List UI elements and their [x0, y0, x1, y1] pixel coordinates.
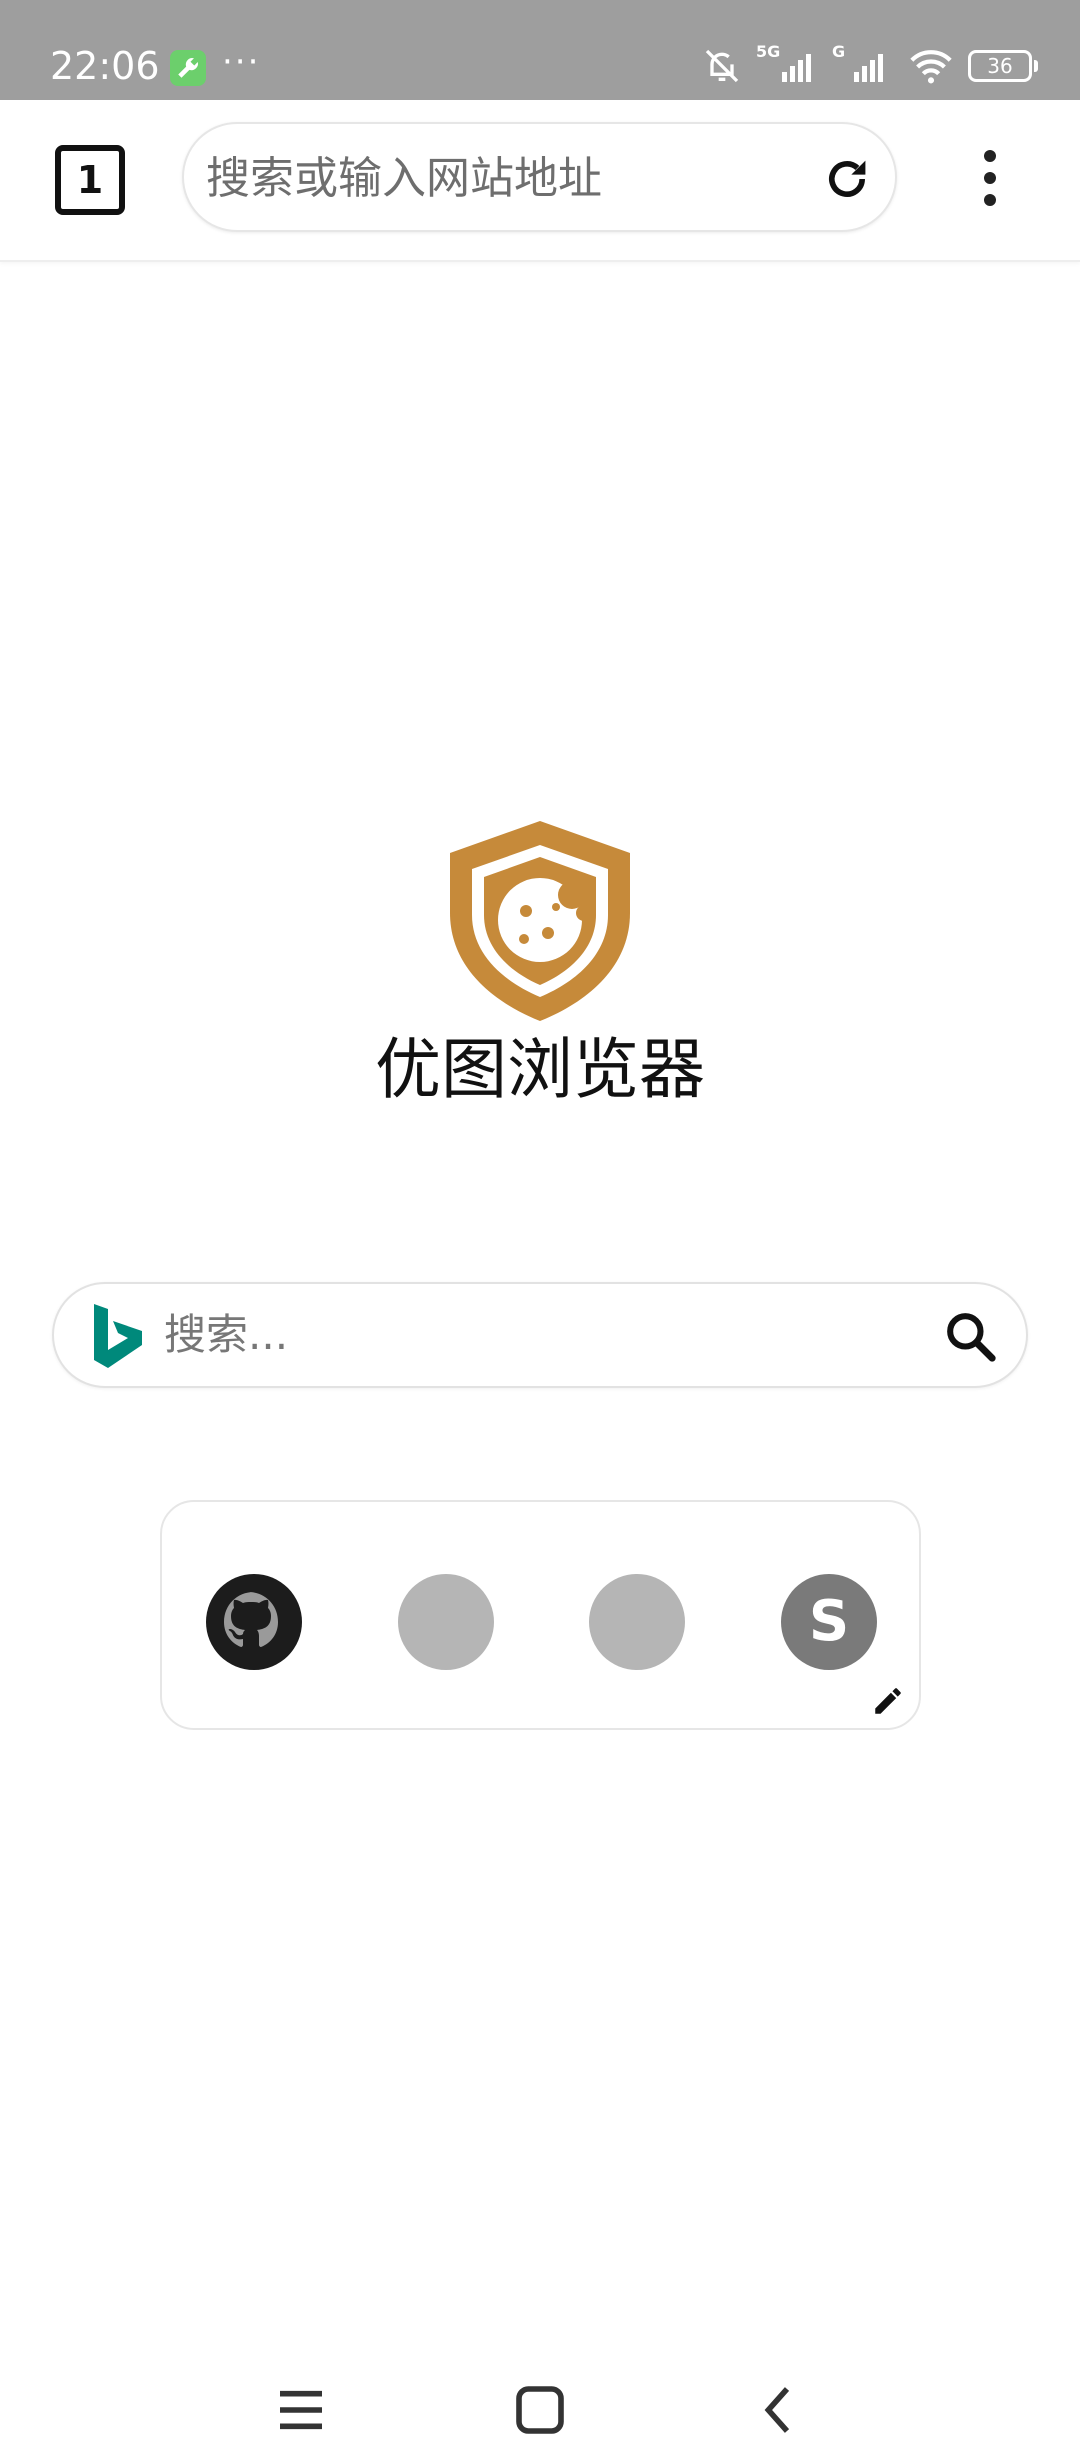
menu-icon[interactable] — [273, 2382, 329, 2438]
wrench-app-icon — [170, 50, 206, 86]
status-time: 22:06 — [50, 44, 160, 88]
battery-level: 36 — [987, 54, 1013, 78]
github-icon — [224, 1592, 278, 1647]
reload-icon[interactable] — [821, 153, 873, 205]
status-bar: 22:06 ··· 5G G 36 — [0, 0, 1080, 100]
tab-count-button[interactable]: 1 — [55, 145, 125, 215]
status-more-dots: ··· — [222, 42, 261, 82]
address-bar[interactable]: 搜索或输入网站地址 — [182, 122, 897, 232]
shield-cookie-logo-icon — [450, 821, 630, 1021]
back-icon[interactable] — [752, 2382, 808, 2438]
pencil-icon[interactable] — [871, 1684, 905, 1718]
more-vert-icon[interactable] — [970, 150, 1010, 210]
speed-dial-github[interactable] — [206, 1574, 302, 1670]
battery-icon: 36 — [968, 50, 1038, 82]
search-placeholder: 搜索... — [164, 1310, 289, 1359]
signal-g-icon: G — [832, 42, 894, 86]
bell-off-icon — [705, 49, 739, 83]
speed-dial-blank-2[interactable] — [589, 1574, 685, 1670]
bing-icon[interactable] — [90, 1304, 146, 1368]
home-icon[interactable] — [512, 2382, 568, 2438]
speed-dial-s[interactable]: S — [781, 1574, 877, 1670]
system-nav-bar — [0, 2360, 1080, 2460]
browser-toolbar: 1 搜索或输入网站地址 — [0, 100, 1080, 262]
app-name: 优图浏览器 — [375, 1031, 705, 1108]
signal-5g-icon: 5G — [756, 42, 818, 86]
address-placeholder: 搜索或输入网站地址 — [206, 153, 602, 204]
search-box[interactable]: 搜索... — [52, 1282, 1028, 1388]
speed-dial-blank-1[interactable] — [398, 1574, 494, 1670]
speed-dial-panel: S — [160, 1500, 921, 1730]
status-right-icons: 5G G 36 — [702, 42, 1038, 88]
search-icon[interactable] — [942, 1308, 998, 1364]
wifi-icon — [910, 50, 952, 84]
